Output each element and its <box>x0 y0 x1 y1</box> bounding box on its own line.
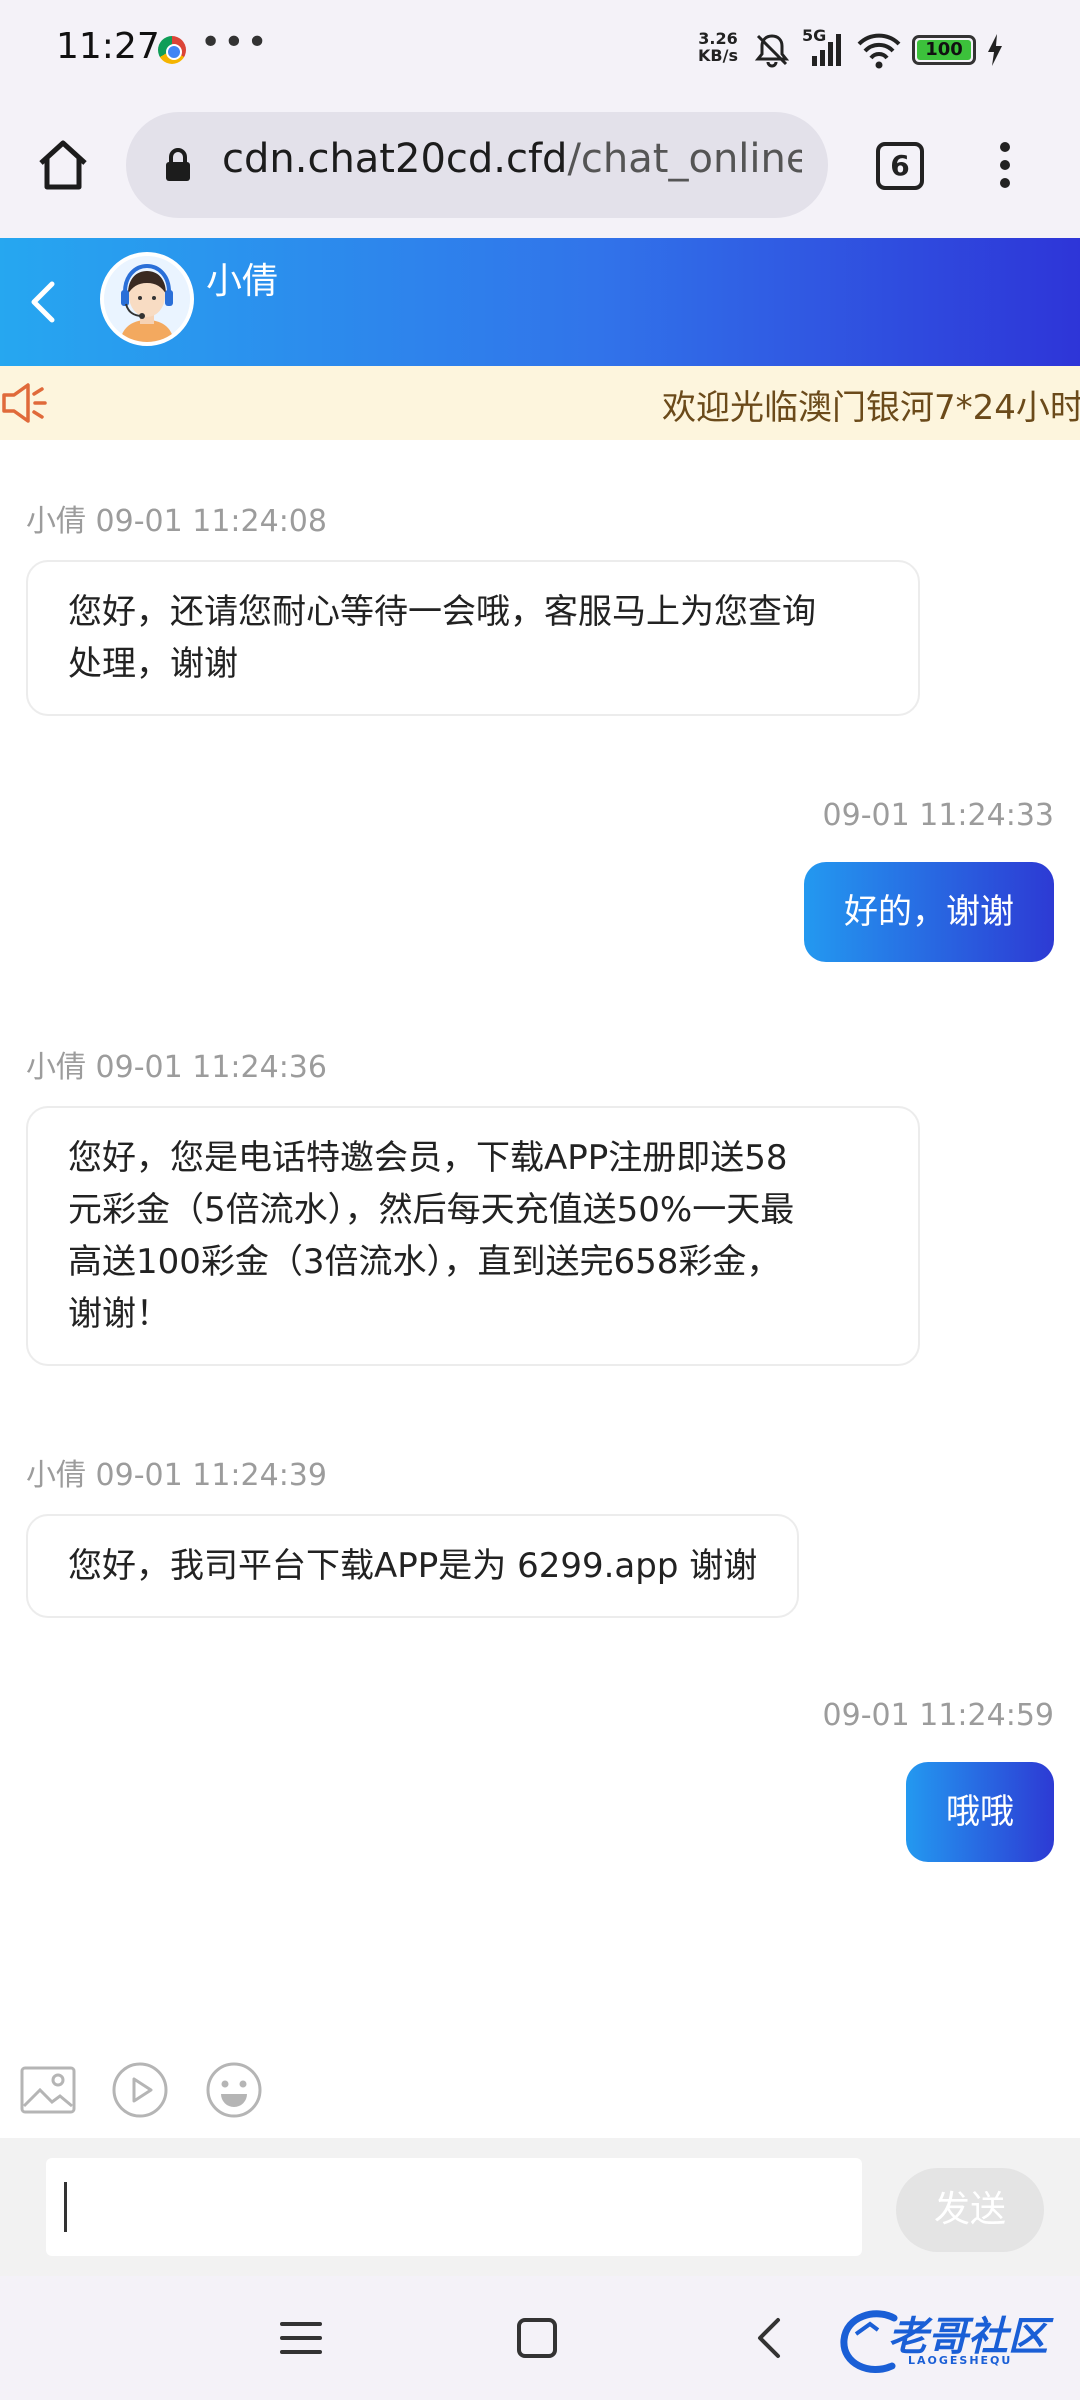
watermark-subtext: LAOGESHEQU <box>908 2354 1013 2367</box>
video-icon[interactable] <box>110 2060 170 2120</box>
agent-name: 小倩 <box>206 261 279 302</box>
battery-level: 100 <box>917 40 971 60</box>
chat-header: 小倩 <box>0 238 1080 366</box>
more-notifications-icon: ••• <box>200 22 270 63</box>
network-speed: 3.26 KB/s <box>698 30 738 64</box>
back-button[interactable] <box>16 270 76 334</box>
url-host: cdn.chat20cd.cfd <box>222 136 568 182</box>
message-meta: 小倩 09-01 11:24:08 <box>26 504 327 539</box>
network-speed-value: 3.26 <box>698 29 738 48</box>
url-path: /chat_online/ <box>567 136 802 182</box>
message-meta: 09-01 11:24:59 <box>822 1698 1054 1733</box>
status-bar: 11:27 ••• 3.26 KB/s 5G 100 <box>0 0 1080 98</box>
network-speed-unit: KB/s <box>698 46 738 65</box>
chrome-notification-icon <box>158 36 186 64</box>
chevron-left-icon <box>31 281 55 323</box>
tab-switcher-button[interactable]: 6 <box>876 142 924 190</box>
back-nav-button[interactable] <box>746 2316 796 2360</box>
lock-icon <box>166 148 190 181</box>
composer: 发送 <box>0 2138 1080 2276</box>
outgoing-message: 哦哦 <box>906 1762 1054 1862</box>
message-text-line: 元彩金（5倍流水），然后每天充值送50%一天最 <box>68 1190 795 1230</box>
notice-marquee: 欢迎光临澳门银河7*24小时在线 <box>0 366 1080 440</box>
message-text-line: 高送100彩金（3倍流水），直到送完658彩金， <box>68 1242 781 1282</box>
message-text-line: 您好，还请您耐心等待一会哦，客服马上为您查询 <box>68 592 816 632</box>
notice-text: 欢迎光临澳门银河7*24小时在线 <box>662 388 1080 428</box>
system-nav-bar: 老哥社区 LAOGESHEQU <box>0 2276 1080 2400</box>
speaker-icon <box>2 383 47 423</box>
mute-icon <box>754 34 790 68</box>
message-meta: 小倩 09-01 11:24:36 <box>26 1050 327 1085</box>
text-caret <box>64 2182 67 2232</box>
message-text-line: 您好，您是电话特邀会员，下载APP注册即送58 <box>68 1138 788 1178</box>
emoji-icon[interactable] <box>204 2060 264 2120</box>
wifi-icon <box>857 33 901 69</box>
status-time: 11:27 <box>56 26 160 67</box>
recent-apps-button[interactable] <box>276 2316 326 2360</box>
address-bar[interactable]: cdn.chat20cd.cfd/chat_online/ <box>126 112 828 218</box>
message-input[interactable] <box>46 2158 862 2256</box>
home-nav-button[interactable] <box>512 2316 562 2360</box>
message-meta: 小倩 09-01 11:24:39 <box>26 1458 327 1493</box>
battery-icon: 100 <box>912 35 976 65</box>
message-text-line: 处理，谢谢 <box>68 644 238 684</box>
browser-toolbar: cdn.chat20cd.cfd/chat_online/ 6 <box>0 98 1080 238</box>
cellular-signal-icon: 5G <box>802 26 846 70</box>
status-icons: 5G 100 <box>752 26 1004 72</box>
send-button[interactable]: 发送 <box>896 2168 1044 2252</box>
home-icon <box>39 140 87 190</box>
message-meta: 09-01 11:24:33 <box>822 798 1054 833</box>
agent-avatar[interactable] <box>100 252 194 346</box>
browser-menu-button[interactable] <box>990 138 1020 198</box>
agent-avatar-icon <box>104 256 190 342</box>
outgoing-message: 好的，谢谢 <box>804 862 1054 962</box>
home-button[interactable] <box>30 132 96 198</box>
incoming-message: 您好，我司平台下载APP是为 6299.app 谢谢 <box>26 1514 800 1618</box>
incoming-message: 您好，还请您耐心等待一会哦，客服马上为您查询 处理，谢谢 <box>26 560 920 716</box>
incoming-message: 您好，您是电话特邀会员，下载APP注册即送58 元彩金（5倍流水），然后每天充值… <box>26 1106 920 1366</box>
url-text: cdn.chat20cd.cfd/chat_online/ <box>222 136 802 182</box>
charging-icon <box>988 34 1002 66</box>
watermark-logo: 老哥社区 LAOGESHEQU <box>836 2304 1072 2378</box>
media-toolbar <box>0 2060 1080 2130</box>
image-icon[interactable] <box>18 2060 78 2120</box>
message-text-line: 谢谢！ <box>68 1294 170 1334</box>
